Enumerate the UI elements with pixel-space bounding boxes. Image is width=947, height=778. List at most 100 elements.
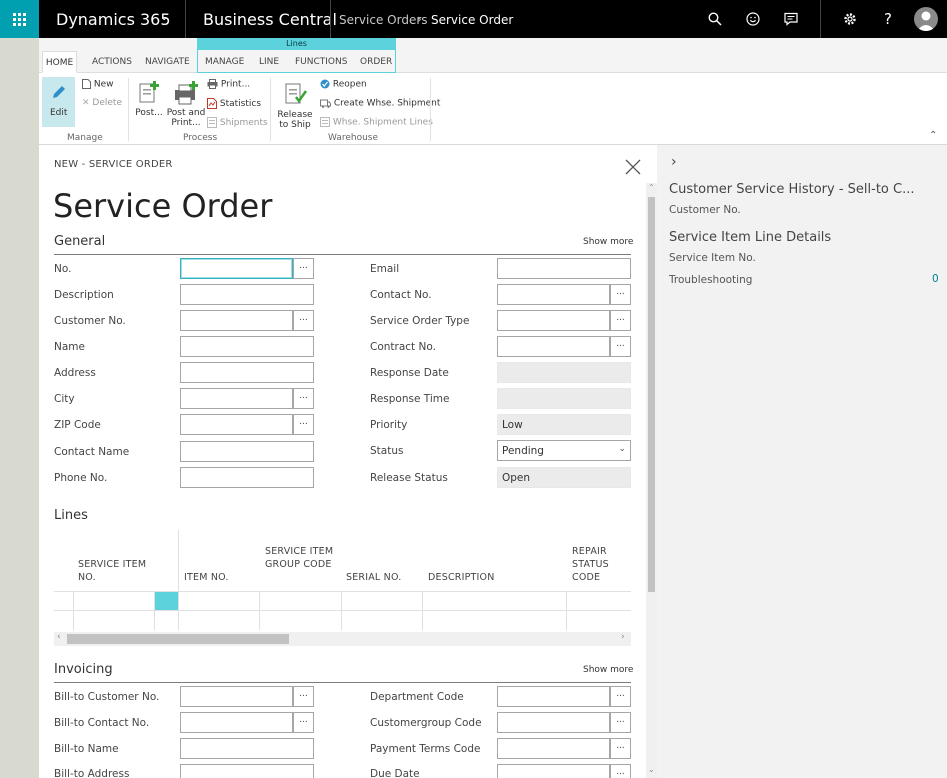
- create-whse-shipment-button[interactable]: Create Whse. Shipment: [320, 98, 440, 109]
- customergroup-code-input[interactable]: [497, 712, 610, 733]
- avatar[interactable]: [914, 7, 938, 31]
- statistics-button[interactable]: Statistics: [207, 98, 261, 109]
- bill-to-address-input[interactable]: [180, 764, 314, 778]
- breadcrumb-service-orders[interactable]: Service Orders: [339, 13, 428, 27]
- troubleshooting-count-link[interactable]: 0: [932, 273, 939, 285]
- column-header-service-item-group-code[interactable]: SERVICE ITEM GROUP CODE: [265, 545, 335, 571]
- release-to-ship-button[interactable]: Release to Ship: [273, 81, 317, 130]
- department-code-input[interactable]: [497, 686, 610, 707]
- scrollbar-thumb[interactable]: [67, 634, 289, 644]
- new-label: New: [93, 79, 114, 90]
- due-date-input[interactable]: [497, 764, 610, 778]
- customer-no-lookup-button[interactable]: ...: [293, 310, 314, 331]
- bill-to-contact-no-lookup-button[interactable]: ...: [293, 712, 314, 733]
- bill-to-contact-no-input[interactable]: [180, 712, 293, 733]
- customergroup-code-lookup-button[interactable]: ...: [610, 712, 631, 733]
- tab-navigate[interactable]: NAVIGATE: [145, 57, 190, 67]
- search-button[interactable]: [696, 0, 734, 38]
- column-header-item-no[interactable]: ITEM NO.: [184, 571, 254, 584]
- service-item-line-details-title[interactable]: Service Item Line Details: [669, 230, 831, 245]
- messages-button[interactable]: [772, 0, 810, 38]
- contract-no-input[interactable]: [497, 336, 610, 357]
- no-lookup-button[interactable]: ...: [293, 258, 314, 279]
- tab-home[interactable]: HOME: [42, 51, 77, 73]
- due-date-lookup-button[interactable]: ...: [610, 764, 631, 778]
- shipments-button[interactable]: Shipments: [207, 117, 268, 128]
- column-header-repair-status-code[interactable]: REPAIR STATUS CODE: [572, 545, 630, 584]
- collapse-ribbon-icon[interactable]: ⌃: [929, 130, 937, 141]
- new-button[interactable]: New: [82, 79, 114, 90]
- chevron-left-icon[interactable]: ‹: [57, 632, 61, 642]
- app-launcher-button[interactable]: [0, 0, 39, 38]
- field-label-contract-no: Contract No.: [370, 341, 436, 353]
- email-input[interactable]: [497, 258, 631, 279]
- reopen-button[interactable]: Reopen: [320, 79, 367, 90]
- reopen-label: Reopen: [332, 79, 367, 90]
- payment-terms-code-lookup-button[interactable]: ...: [610, 738, 631, 759]
- zip-code-lookup-button[interactable]: ...: [293, 414, 314, 435]
- section-title-general[interactable]: General: [54, 234, 105, 249]
- section-title-lines[interactable]: Lines: [54, 508, 88, 523]
- chevron-down-icon[interactable]: ⌄: [648, 765, 655, 774]
- chevron-down-icon[interactable]: ⌄: [160, 12, 168, 23]
- post-button[interactable]: Post...: [134, 81, 164, 118]
- field-label-bill-to-customer-no: Bill-to Customer No.: [54, 691, 160, 703]
- address-input[interactable]: [180, 362, 314, 383]
- chevron-up-icon[interactable]: ⌃: [648, 183, 655, 192]
- customer-no-input[interactable]: [180, 310, 293, 331]
- city-input[interactable]: [180, 388, 293, 409]
- feedback-button[interactable]: [734, 0, 772, 38]
- contract-no-lookup-button[interactable]: ...: [610, 336, 631, 357]
- delete-button[interactable]: ✕ Delete: [82, 98, 122, 108]
- column-header-service-item-no[interactable]: SERVICE ITEM NO.: [78, 558, 148, 584]
- whse-shipment-lines-button[interactable]: Whse. Shipment Lines: [320, 117, 433, 128]
- table-row[interactable]: [54, 592, 631, 610]
- app-name[interactable]: Business Central: [203, 10, 337, 29]
- name-input[interactable]: [180, 336, 314, 357]
- status-select[interactable]: Pending ⌄: [497, 440, 631, 461]
- horizontal-scrollbar[interactable]: ‹ ›: [54, 632, 631, 646]
- payment-terms-code-input[interactable]: [497, 738, 610, 759]
- description-input[interactable]: [180, 284, 314, 305]
- chevron-right-icon[interactable]: ›: [621, 632, 625, 642]
- contact-no-input[interactable]: [497, 284, 610, 305]
- close-button[interactable]: [623, 157, 643, 177]
- customer-service-history-title[interactable]: Customer Service History - Sell-to C...: [669, 182, 914, 197]
- bill-to-name-input[interactable]: [180, 738, 314, 759]
- vertical-scrollbar[interactable]: ⌃ ⌄: [646, 183, 657, 778]
- tab-order[interactable]: ORDER: [360, 57, 392, 67]
- table-row[interactable]: [54, 611, 631, 629]
- bill-to-customer-no-input[interactable]: [180, 686, 293, 707]
- factbox-pane: › Customer Service History - Sell-to C..…: [657, 145, 947, 778]
- bill-to-customer-no-lookup-button[interactable]: ...: [293, 686, 314, 707]
- zip-code-input[interactable]: [180, 414, 293, 435]
- help-button[interactable]: ?: [869, 0, 907, 38]
- section-title-invoicing[interactable]: Invoicing: [54, 662, 113, 677]
- department-code-lookup-button[interactable]: ...: [610, 686, 631, 707]
- column-header-description[interactable]: DESCRIPTION: [428, 571, 528, 584]
- service-order-type-lookup-button[interactable]: ...: [610, 310, 631, 331]
- contact-no-lookup-button[interactable]: ...: [610, 284, 631, 305]
- scrollbar-thumb[interactable]: [648, 197, 655, 592]
- post-and-print-button[interactable]: Post and Print...: [166, 81, 206, 128]
- edit-button[interactable]: Edit: [42, 77, 75, 127]
- contact-name-input[interactable]: [180, 441, 314, 462]
- chevron-right-icon[interactable]: ›: [671, 154, 677, 170]
- column-header-serial-no[interactable]: SERIAL NO.: [346, 571, 416, 584]
- city-lookup-button[interactable]: ...: [293, 388, 314, 409]
- settings-button[interactable]: [831, 0, 869, 38]
- tab-actions[interactable]: ACTIONS: [92, 57, 132, 67]
- field-label-name: Name: [54, 341, 85, 353]
- no-input[interactable]: [180, 258, 293, 279]
- question-icon: ?: [884, 10, 892, 28]
- tab-functions[interactable]: FUNCTIONS: [295, 57, 347, 67]
- print-button[interactable]: Print...: [207, 79, 250, 90]
- service-order-type-input[interactable]: [497, 310, 610, 331]
- product-name[interactable]: Dynamics 365: [56, 10, 171, 29]
- show-more-general-link[interactable]: Show more: [583, 237, 633, 247]
- phone-no-input[interactable]: [180, 467, 314, 488]
- show-more-invoicing-link[interactable]: Show more: [583, 665, 633, 675]
- tab-line[interactable]: LINE: [259, 57, 279, 67]
- tab-manage[interactable]: MANAGE: [205, 57, 244, 67]
- field-label-status: Status: [370, 445, 404, 457]
